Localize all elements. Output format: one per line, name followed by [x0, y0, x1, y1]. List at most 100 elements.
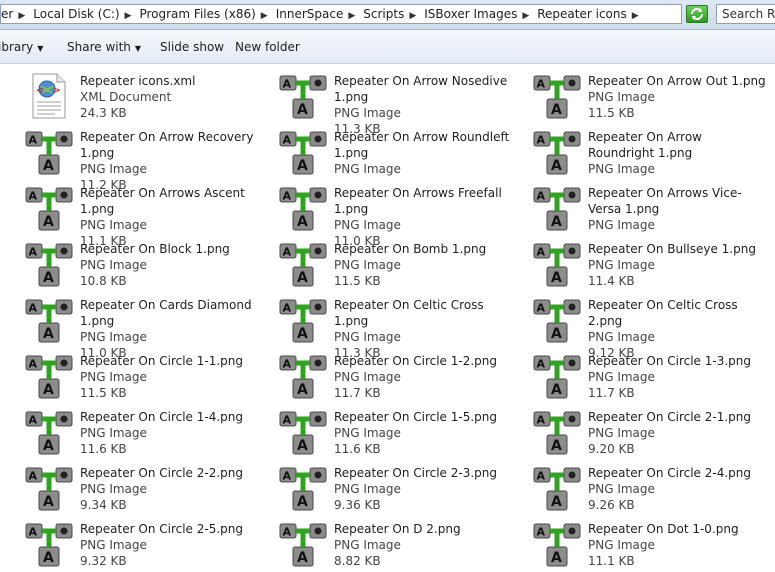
file-name: Repeater On Circle 2-5.png — [80, 522, 244, 536]
file-meta: Repeater On Circle 2-5.png PNG Image 9.32 … — [80, 521, 258, 569]
chevron-right-icon[interactable]: ▶ — [15, 11, 28, 21]
breadcrumb-label: Scripts — [363, 7, 405, 21]
svg-text:A: A — [43, 214, 54, 230]
file-item[interactable]: A A Repeater On Arrow Recovery 1.png PNG Im… — [7, 124, 257, 192]
repeater-png-icon: AA — [25, 296, 73, 344]
svg-text:A: A — [283, 78, 292, 91]
file-item[interactable]: A A Repeater On Dot 1-0.png PNG Image 11.1 K… — [515, 516, 765, 570]
file-type: PNG Image — [80, 538, 147, 552]
breadcrumb-item[interactable]: Local Disk (C:) ▶ — [28, 5, 134, 23]
file-meta: Repeater icons.xml XML Document 24.3 KB — [80, 73, 258, 121]
slide-show-button[interactable]: Slide show — [160, 39, 224, 55]
file-type: PNG Image — [334, 162, 401, 176]
file-size: 11.4 KB — [588, 274, 635, 288]
svg-text:A: A — [551, 382, 562, 398]
file-item[interactable]: A A Repeater On Circle 2-3.png PNG Image 9.3… — [261, 460, 511, 514]
file-meta: Repeater On Arrow Out 1.png PNG Image 11.5… — [588, 73, 766, 121]
file-item[interactable]: A A Repeater On Arrows Freefall 1.png PNG I… — [261, 180, 511, 248]
file-item[interactable]: A A Repeater On Arrow Nosedive 1.png PNG Im… — [261, 68, 511, 136]
svg-text:A: A — [551, 214, 562, 230]
svg-text:A: A — [297, 438, 308, 454]
breadcrumb[interactable]: er ▶ Local Disk (C:) ▶ Program Files (x86) ▶ I… — [0, 4, 682, 24]
breadcrumb-item[interactable]: Repeater icons ▶ — [532, 5, 641, 23]
file-item[interactable]: A A Repeater On Circle 2-4.png PNG Image 9.2… — [515, 460, 765, 514]
svg-text:A: A — [43, 438, 54, 454]
file-size: 11.5 KB — [588, 106, 635, 120]
chevron-right-icon[interactable]: ▶ — [629, 11, 642, 21]
file-type: PNG Image — [334, 426, 401, 440]
breadcrumb-label: Local Disk (C:) — [33, 7, 120, 21]
file-item[interactable]: A A Repeater On Circle 1-5.png PNG Image 11.… — [261, 404, 511, 458]
file-item[interactable]: A A Repeater On Arrow Roundleft 1.png PNG I… — [261, 124, 511, 178]
svg-text:A: A — [297, 326, 308, 342]
repeater-png-icon: AA — [25, 352, 73, 400]
chevron-down-icon: ▼ — [37, 44, 44, 53]
include-in-library-menu[interactable]: ibrary ▼ — [0, 39, 43, 55]
file-item[interactable]: A A Repeater On Celtic Cross 2.png PNG Imag… — [515, 292, 765, 360]
repeater-png-icon: AA — [25, 128, 73, 176]
svg-text:A: A — [297, 102, 308, 118]
chevron-right-icon[interactable]: ▶ — [122, 11, 135, 21]
file-item[interactable]: A A Repeater On Circle 1-1.png PNG Image 11.… — [7, 348, 257, 402]
file-item[interactable]: A A Repeater On Block 1.png PNG Image 10.8 K… — [7, 236, 257, 290]
svg-text:A: A — [283, 246, 292, 259]
file-item[interactable]: A A Repeater On Circle 2-2.png PNG Image 9.3… — [7, 460, 257, 514]
share-with-menu[interactable]: Share with ▼ — [67, 39, 141, 55]
file-item[interactable]: A A Repeater On Arrows Ascent 1.png PNG Ima… — [7, 180, 257, 248]
chevron-right-icon[interactable]: ▶ — [345, 11, 358, 21]
breadcrumb-item[interactable]: ISBoxer Images ▶ — [419, 5, 532, 23]
file-name: Repeater On Bullseye 1.png — [588, 242, 756, 256]
file-item[interactable]: A A Repeater On Circle 2-1.png PNG Image 9.2… — [515, 404, 765, 458]
file-item[interactable]: A A Repeater On Circle 1-2.png PNG Image 11.… — [261, 348, 511, 402]
file-item[interactable]: A A Repeater On Arrows Vice-Versa 1.png PNG… — [515, 180, 765, 234]
repeater-png-icon: AA — [279, 72, 327, 120]
file-item[interactable]: A A Repeater On Celtic Cross 1.png PNG Imag… — [261, 292, 511, 360]
file-size: 9.32 KB — [80, 554, 127, 568]
new-folder-button[interactable]: New folder — [235, 39, 300, 55]
chevron-right-icon[interactable]: ▶ — [406, 11, 419, 21]
file-item[interactable]: A A Repeater On Circle 1-4.png PNG Image 11.… — [7, 404, 257, 458]
file-meta: Repeater On Arrow Roundright 1.png PNG Im… — [588, 129, 766, 177]
file-size: 10.8 KB — [80, 274, 127, 288]
repeater-png-icon: AA — [25, 520, 73, 568]
file-item[interactable]: A A Repeater On Arrow Out 1.png PNG Image 11… — [515, 68, 766, 122]
file-meta: Repeater On Circle 1-1.png PNG Image 11.5 … — [80, 353, 258, 401]
refresh-button[interactable] — [686, 5, 708, 23]
file-type: PNG Image — [588, 482, 655, 496]
search-input[interactable]: Search Rep — [716, 4, 775, 24]
svg-text:A: A — [283, 134, 292, 147]
file-item[interactable]: A A Repeater On Circle 1-3.png PNG Image 11.… — [515, 348, 765, 402]
file-size: 9.26 KB — [588, 498, 635, 512]
file-name: Repeater On Bomb 1.png — [334, 242, 487, 256]
file-item[interactable]: A A Repeater On Bomb 1.png PNG Image 11.5 KB — [261, 236, 511, 290]
file-name: Repeater On Circle 1-2.png — [334, 354, 498, 368]
file-item[interactable]: A A Repeater On Arrow Roundright 1.png PNG … — [515, 124, 765, 178]
chevron-right-icon[interactable]: ▶ — [258, 11, 271, 21]
breadcrumb-item[interactable]: InnerSpace ▶ — [271, 5, 359, 23]
file-type: PNG Image — [588, 258, 655, 272]
file-item[interactable]: A A Repeater On D 2.png PNG Image 8.82 KB — [261, 516, 511, 570]
file-item[interactable]: A A Repeater On Cards Diamond 1.png PNG Ima… — [7, 292, 257, 360]
breadcrumb-item[interactable]: Program Files (x86) ▶ — [134, 5, 270, 23]
file-type: PNG Image — [80, 162, 147, 176]
file-name: Repeater On Celtic Cross 1.png — [334, 298, 484, 328]
breadcrumb-label: Program Files (x86) — [139, 7, 256, 21]
svg-text:A: A — [537, 414, 546, 427]
svg-text:A: A — [297, 494, 308, 510]
svg-text:A: A — [283, 302, 292, 315]
svg-text:A: A — [283, 470, 292, 483]
file-meta: Repeater On Arrow Roundleft 1.png PNG Ima… — [334, 129, 512, 177]
file-item[interactable]: A A Repeater On Circle 2-5.png PNG Image 9.3… — [7, 516, 257, 570]
breadcrumb-item[interactable]: Scripts ▶ — [358, 5, 419, 23]
file-meta: Repeater On Circle 1-3.png PNG Image 11.7 … — [588, 353, 766, 401]
file-item[interactable]: A A Repeater On Bullseye 1.png PNG Image 11.… — [515, 236, 765, 290]
file-type: PNG Image — [588, 426, 655, 440]
file-meta: Repeater On Block 1.png PNG Image 10.8 KB — [80, 241, 258, 289]
file-item[interactable]: < > Repeater icons.xml XML Document 24.3 KB — [7, 68, 257, 122]
svg-text:A: A — [537, 78, 546, 91]
file-type: PNG Image — [588, 218, 655, 232]
file-type: PNG Image — [80, 426, 147, 440]
chevron-right-icon[interactable]: ▶ — [519, 11, 532, 21]
file-type: PNG Image — [80, 330, 147, 344]
breadcrumb-item[interactable]: er ▶ — [1, 5, 28, 23]
